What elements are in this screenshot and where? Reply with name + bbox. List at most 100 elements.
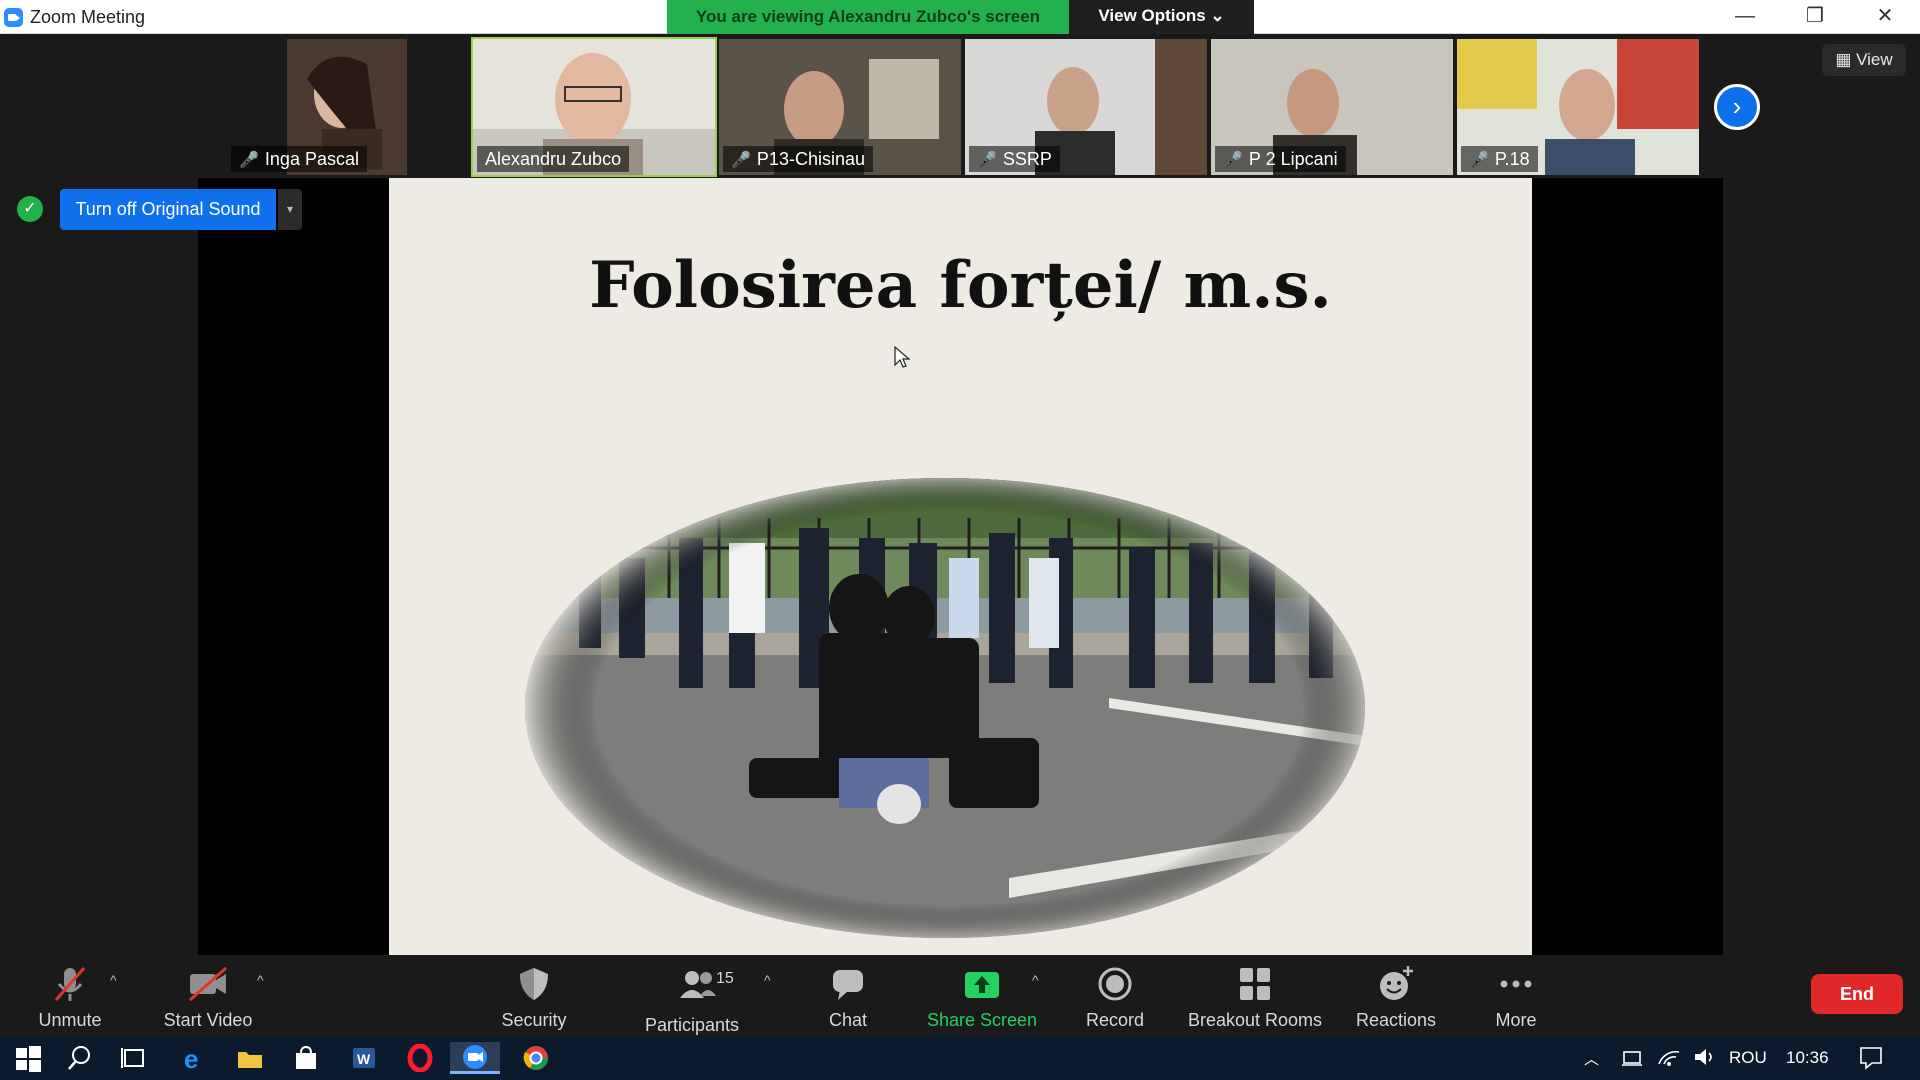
security-button[interactable]: Security xyxy=(484,958,584,1036)
participant-name: 🎤 P13-Chisinau xyxy=(723,146,873,172)
muted-mic-icon: 🎤 xyxy=(239,152,259,169)
mouse-pointer-icon xyxy=(894,345,911,368)
wifi-icon[interactable] xyxy=(1656,1046,1682,1068)
unmute-button[interactable]: Unmute xyxy=(20,958,120,1036)
windows-logo-icon xyxy=(16,1046,41,1072)
end-meeting-button[interactable]: End xyxy=(1811,974,1903,1014)
record-button[interactable]: Record xyxy=(1070,958,1160,1036)
video-off-icon xyxy=(189,966,227,1002)
zoom-app-icon xyxy=(4,8,23,27)
muted-mic-icon: 🎤 xyxy=(977,152,997,169)
clock[interactable]: 10:36 xyxy=(1786,1048,1829,1068)
participant-name-text: P.18 xyxy=(1494,149,1530,169)
chat-label: Chat xyxy=(828,1010,868,1030)
original-sound-dropdown[interactable]: ▾ xyxy=(278,189,302,230)
participant-name-text: SSRP xyxy=(1002,149,1052,169)
participants-count: 15 xyxy=(716,970,734,987)
opera-app[interactable] xyxy=(398,1042,442,1074)
windows-taskbar: e W ︿ ROU 10:36 xyxy=(0,1036,1920,1080)
participant-tile[interactable]: 🎤 P 2 Lipcani xyxy=(1211,39,1453,175)
window-title: Zoom Meeting xyxy=(30,7,146,27)
muted-mic-icon: 🎤 xyxy=(1223,152,1243,169)
participants-button[interactable]: 15 Participants xyxy=(628,958,756,1036)
view-options-button[interactable]: View Options ⌄ xyxy=(1069,0,1254,34)
unmute-label: Unmute xyxy=(38,1010,102,1030)
file-explorer-app[interactable] xyxy=(228,1042,272,1074)
start-video-button[interactable]: Start Video xyxy=(148,958,268,1036)
share-screen-label: Share Screen xyxy=(926,1010,1038,1030)
word-icon: W xyxy=(353,1048,375,1068)
encryption-shield-icon: ✓ xyxy=(17,196,43,222)
store-app[interactable] xyxy=(284,1042,328,1074)
folder-icon xyxy=(238,1052,262,1068)
word-app[interactable]: W xyxy=(342,1042,386,1074)
participant-name: Alexandru Zubco xyxy=(477,146,630,172)
security-label: Security xyxy=(501,1010,567,1030)
reactions-smiley-icon xyxy=(1380,966,1413,1000)
edge-app[interactable]: e xyxy=(172,1042,216,1074)
start-video-label: Start Video xyxy=(163,1010,253,1030)
participant-tile[interactable]: 🎤 P.18 xyxy=(1457,39,1699,175)
more-dots-icon xyxy=(1500,980,1532,988)
participant-name-text: Inga Pascal xyxy=(264,149,359,169)
minimize-button[interactable]: — xyxy=(1710,0,1780,34)
volume-icon[interactable] xyxy=(1692,1046,1718,1068)
participant-name-text: Alexandru Zubco xyxy=(485,149,622,169)
next-page-button[interactable]: › xyxy=(1714,84,1760,130)
shield-icon xyxy=(520,968,548,1000)
viewing-screen-banner: You are viewing Alexandru Zubco's screen xyxy=(667,0,1069,34)
search-button[interactable] xyxy=(58,1042,102,1074)
muted-microphone-icon xyxy=(54,967,86,1001)
action-center-icon[interactable] xyxy=(1858,1045,1884,1071)
record-icon xyxy=(1098,967,1132,1001)
more-label: More xyxy=(1495,1010,1537,1030)
chrome-app[interactable] xyxy=(514,1042,558,1074)
more-button[interactable]: More xyxy=(1466,958,1566,1036)
show-hidden-icons-button[interactable]: ︿ xyxy=(1584,1048,1599,1069)
original-sound-button[interactable]: Turn off Original Sound xyxy=(60,189,276,230)
network-device-icon[interactable] xyxy=(1620,1048,1644,1068)
svg-text:e: e xyxy=(184,1044,198,1072)
shared-slide: Folosirea forței/ m.s. xyxy=(389,178,1532,955)
zoom-icon xyxy=(463,1045,487,1069)
title-bar: Zoom Meeting You are viewing Alexandru Z… xyxy=(0,0,1920,34)
restore-button[interactable]: ❐ xyxy=(1780,0,1850,34)
audio-options-caret[interactable]: ^ xyxy=(110,972,117,988)
participant-name-text: P 2 Lipcani xyxy=(1248,149,1338,169)
search-icon xyxy=(68,1046,90,1070)
zoom-app[interactable] xyxy=(450,1042,500,1074)
reactions-button[interactable]: Reactions xyxy=(1346,958,1446,1036)
participant-tile[interactable]: 🎤 Inga Pascal xyxy=(227,39,469,175)
edge-icon: e xyxy=(184,1044,198,1074)
participant-name: 🎤 SSRP xyxy=(969,146,1060,172)
participant-tile[interactable]: Alexandru Zubco xyxy=(471,37,717,177)
task-view-button[interactable] xyxy=(112,1042,156,1074)
grid-icon: ▦ xyxy=(1835,50,1857,69)
chat-button[interactable]: Chat xyxy=(808,958,888,1036)
task-view-icon xyxy=(121,1048,144,1068)
breakout-rooms-label: Breakout Rooms xyxy=(1187,1010,1323,1030)
close-button[interactable]: ✕ xyxy=(1850,0,1920,34)
muted-mic-icon: 🎤 xyxy=(1469,152,1489,169)
share-screen-button[interactable]: Share Screen xyxy=(920,958,1044,1036)
chrome-icon xyxy=(523,1046,548,1070)
view-layout-label: View xyxy=(1856,50,1893,69)
participant-name-text: P13-Chisinau xyxy=(756,149,865,169)
participants-options-caret[interactable]: ^ xyxy=(764,972,771,988)
view-layout-button[interactable]: ▦ View xyxy=(1822,44,1906,76)
participant-tile[interactable]: 🎤 SSRP xyxy=(965,39,1207,175)
chat-icon xyxy=(833,970,863,1000)
input-language[interactable]: ROU xyxy=(1729,1048,1767,1068)
share-options-caret[interactable]: ^ xyxy=(1032,972,1039,988)
meeting-toolbar: Unmute ^ Start Video ^ Security 15 Parti… xyxy=(0,958,1920,1036)
share-screen-icon xyxy=(965,972,999,998)
participant-name: 🎤 P.18 xyxy=(1461,146,1538,172)
participants-label: Participants xyxy=(644,1015,740,1035)
breakout-rooms-button[interactable]: Breakout Rooms xyxy=(1180,958,1330,1036)
opera-icon xyxy=(407,1043,433,1073)
video-options-caret[interactable]: ^ xyxy=(257,972,264,988)
participant-tile[interactable]: 🎤 P13-Chisinau xyxy=(719,39,961,175)
start-button[interactable] xyxy=(6,1042,50,1074)
breakout-rooms-icon xyxy=(1240,968,1270,1000)
participant-name: 🎤 P 2 Lipcani xyxy=(1215,146,1346,172)
